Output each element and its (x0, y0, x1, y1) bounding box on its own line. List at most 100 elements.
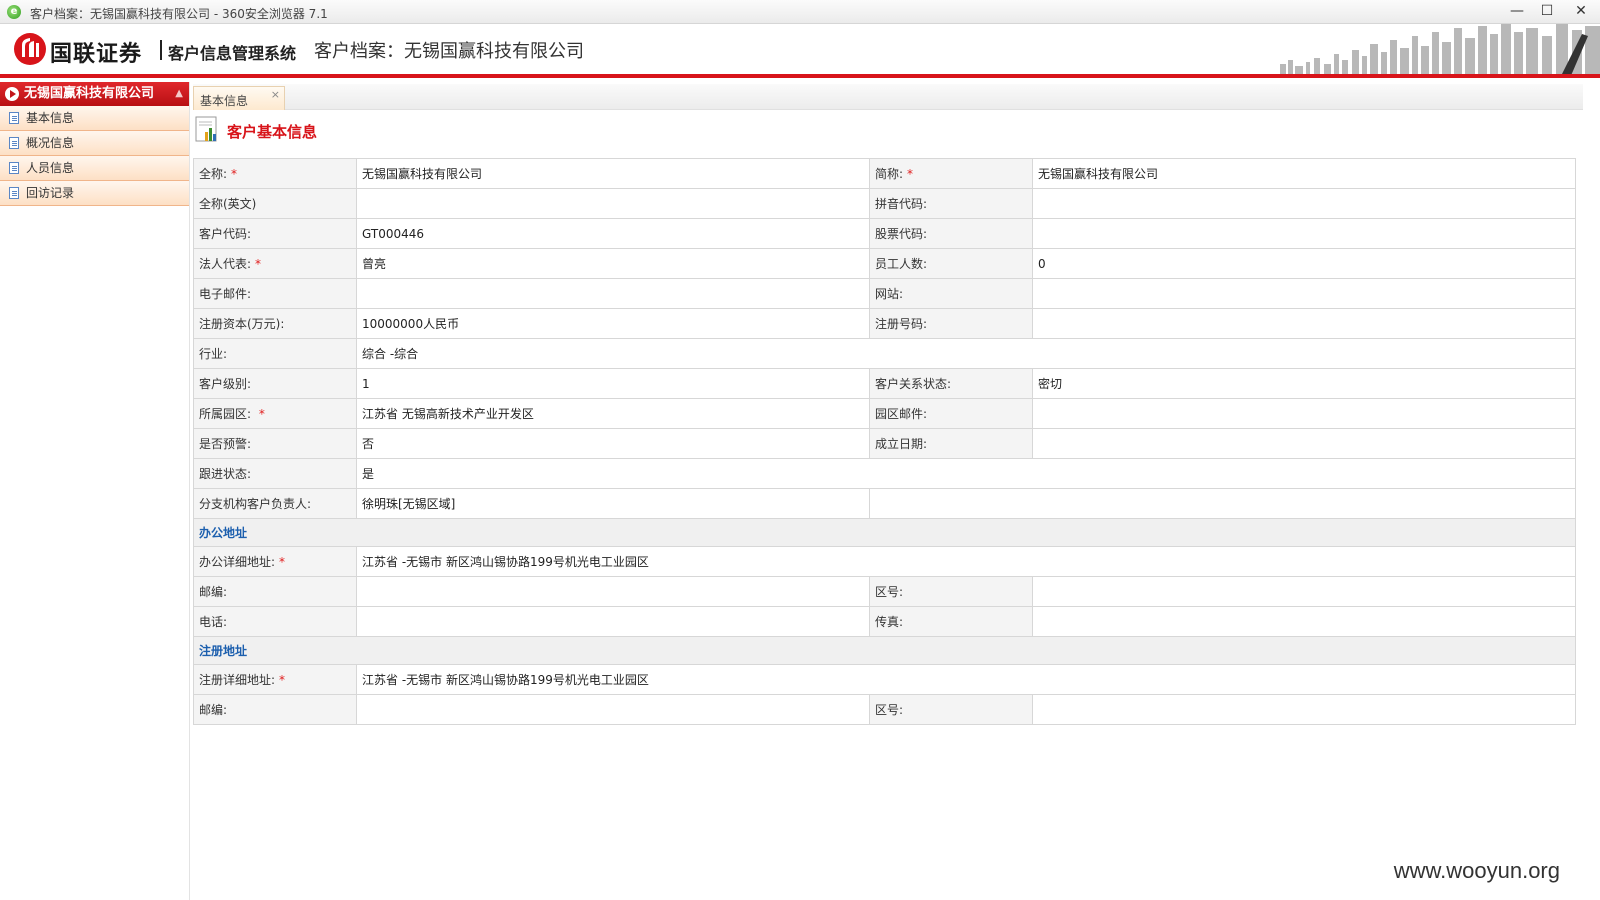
industry-label: 行业: (193, 338, 357, 369)
table-row: 电子邮件: 网站: (193, 278, 1576, 309)
office-zip-label: 邮编: (193, 576, 357, 607)
customer-info-table: 全称: * 无锡国赢科技有限公司 简称: * 无锡国赢科技有限公司 全称(英文) 拼… (193, 158, 1576, 725)
legal-rep-label: 法人代表: * (193, 248, 357, 279)
table-row: 注册详细地址: * 江苏省 -无锡市 新区鸿山锡协路199号机光电工业园区 (193, 664, 1576, 695)
required-mark: * (255, 257, 262, 271)
sidebar-item-label: 人员信息 (26, 161, 75, 175)
reg-no-label: 注册号码: (869, 308, 1033, 339)
park-email-label: 园区邮件: (869, 398, 1033, 429)
tab-close-icon[interactable]: × (271, 88, 280, 101)
group-row: 办公地址 (193, 518, 1576, 547)
client-code-label: 客户代码: (193, 218, 357, 249)
maximize-button[interactable]: ☐ (1532, 0, 1562, 22)
office-area-value (1032, 576, 1576, 607)
tab-basic-info[interactable]: 基本信息 × (193, 86, 285, 110)
table-row: 所属园区: * 江苏省 无锡高新技术产业开发区 园区邮件: (193, 398, 1576, 429)
table-row: 办公详细地址: * 江苏省 -无锡市 新区鸿山锡协路199号机光电工业园区 (193, 546, 1576, 577)
browser-title: 客户档案：无锡国赢科技有限公司 - 360安全浏览器 7.1 (30, 7, 328, 21)
minimize-button[interactable]: — (1502, 0, 1532, 22)
sidebar-header-label: 无锡国赢科技有限公司 (24, 86, 155, 101)
brand-divider (160, 40, 162, 60)
table-row: 全称: * 无锡国赢科技有限公司 简称: * 无锡国赢科技有限公司 (193, 158, 1576, 189)
report-chart-icon (195, 116, 217, 142)
fax-value (1032, 606, 1576, 637)
park-value: 江苏省 无锡高新技术产业开发区 (356, 398, 870, 429)
short-name-value: 无锡国赢科技有限公司 (1032, 158, 1576, 189)
level-label: 客户级别: (193, 368, 357, 399)
office-area-label: 区号: (869, 576, 1033, 607)
watermark-text: www.wooyun.org (1393, 858, 1560, 883)
table-row: 分支机构客户负责人: 徐明珠[无锡区域] (193, 488, 1576, 519)
empty-cell (869, 488, 1576, 519)
capital-value: 10000000人民币 (356, 308, 870, 339)
website-label: 网站: (869, 278, 1033, 309)
manager-label: 分支机构客户负责人: (193, 488, 357, 519)
stock-code-label: 股票代码: (869, 218, 1033, 249)
required-mark: * (279, 673, 286, 687)
close-window-button[interactable]: ✕ (1566, 0, 1596, 22)
app-header: 国联证券 客户信息管理系统 客户档案：无锡国赢科技有限公司 (0, 24, 1600, 78)
play-icon (5, 87, 19, 101)
short-name-label: 简称: * (869, 158, 1033, 189)
page-title: 客户档案：无锡国赢科技有限公司 (314, 41, 584, 62)
park-email-value (1032, 398, 1576, 429)
document-icon (9, 112, 19, 124)
table-row: 注册资本(万元): 10000000人民币 注册号码: (193, 308, 1576, 339)
relation-label: 客户关系状态: (869, 368, 1033, 399)
website-value (1032, 278, 1576, 309)
employees-label: 员工人数: (869, 248, 1033, 279)
reg-zip-value (356, 694, 870, 725)
warning-label: 是否预警: (193, 428, 357, 459)
park-label: 所属园区: * (193, 398, 357, 429)
relation-value: 密切 (1032, 368, 1576, 399)
table-row: 邮编: 区号: (193, 576, 1576, 607)
table-row: 行业: 综合 -综合 (193, 338, 1576, 369)
group-row: 注册地址 (193, 636, 1576, 665)
office-address-group: 办公地址 (193, 518, 1576, 547)
phone-value (356, 606, 870, 637)
tab-label: 基本信息 (200, 94, 249, 108)
sidebar-header[interactable]: 无锡国赢科技有限公司 ▲ (0, 82, 189, 106)
sidebar-item-personnel[interactable]: 人员信息 (0, 156, 189, 181)
sidebar-item-visit-records[interactable]: 回访记录 (0, 181, 189, 206)
table-row: 客户代码: GT000446 股票代码: (193, 218, 1576, 249)
browser-logo-icon: e (7, 5, 21, 19)
table-row: 是否预警: 否 成立日期: (193, 428, 1576, 459)
document-icon (9, 162, 19, 174)
table-row: 全称(英文) 拼音代码: (193, 188, 1576, 219)
level-value: 1 (356, 368, 870, 399)
full-name-en-value (356, 188, 870, 219)
warning-value: 否 (356, 428, 870, 459)
reg-address-value: 江苏省 -无锡市 新区鸿山锡协路199号机光电工业园区 (356, 664, 1576, 695)
tab-bar: 基本信息 × (193, 84, 1583, 110)
city-skyline-image (1280, 24, 1600, 74)
sidebar-item-overview[interactable]: 概况信息 (0, 131, 189, 156)
main-content: 客户基本信息 全称: * 无锡国赢科技有限公司 简称: * 无锡国赢科技有限公司 全… (193, 112, 1583, 725)
document-icon (9, 137, 19, 149)
office-address-value: 江苏省 -无锡市 新区鸿山锡协路199号机光电工业园区 (356, 546, 1576, 577)
reg-area-value (1032, 694, 1576, 725)
follow-label: 跟进状态: (193, 458, 357, 489)
guolian-logo-icon (14, 33, 46, 65)
table-row: 跟进状态: 是 (193, 458, 1576, 489)
email-value (356, 278, 870, 309)
required-mark: * (231, 167, 238, 181)
phone-label: 电话: (193, 606, 357, 637)
brand-name: 国联证券 (50, 41, 143, 67)
email-label: 电子邮件: (193, 278, 357, 309)
table-row: 客户级别: 1 客户关系状态: 密切 (193, 368, 1576, 399)
required-mark: * (279, 555, 286, 569)
pinyin-label: 拼音代码: (869, 188, 1033, 219)
sidebar-item-basic-info[interactable]: 基本信息 (0, 106, 189, 131)
required-mark: * (258, 407, 265, 421)
reg-area-label: 区号: (869, 694, 1033, 725)
legal-rep-value: 曾亮 (356, 248, 870, 279)
collapse-icon[interactable]: ▲ (175, 82, 183, 106)
registered-address-group: 注册地址 (193, 636, 1576, 665)
follow-value: 是 (356, 458, 1576, 489)
client-code-value: GT000446 (356, 218, 870, 249)
industry-value: 综合 -综合 (356, 338, 1576, 369)
reg-address-label: 注册详细地址: * (193, 664, 357, 695)
pinyin-value (1032, 188, 1576, 219)
section-title: 客户基本信息 (227, 123, 318, 141)
